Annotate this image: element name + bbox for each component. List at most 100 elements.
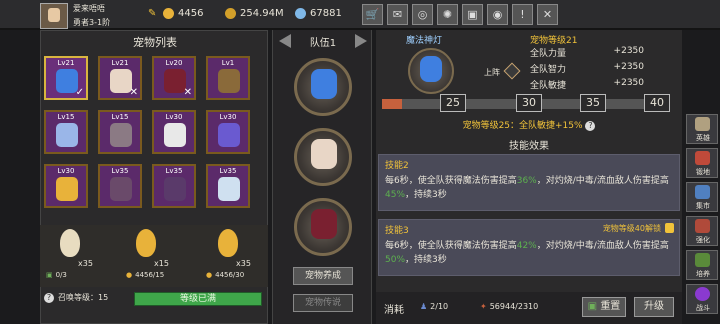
team-slot-3[interactable] bbox=[294, 198, 352, 256]
pet-icon bbox=[218, 177, 240, 201]
currency-gem: 67881 bbox=[295, 8, 342, 19]
pet-icon bbox=[56, 123, 78, 147]
portal-icon[interactable]: ◎ bbox=[412, 4, 433, 25]
market-icon bbox=[695, 185, 710, 199]
map-icon[interactable]: ◉ bbox=[487, 4, 508, 25]
help-icon[interactable]: ? bbox=[585, 121, 596, 131]
settings-icon[interactable]: ✺ bbox=[437, 4, 458, 25]
lock-icon bbox=[665, 223, 674, 233]
pet-level-label: Lv30 bbox=[165, 113, 183, 121]
reset-button[interactable]: ▣ 重置 bbox=[582, 297, 626, 317]
gift-icon[interactable]: ▣ bbox=[462, 4, 483, 25]
pet-level-label: Lv35 bbox=[219, 167, 237, 175]
egg-progress: ● 4456/30 bbox=[206, 271, 245, 279]
pet-level: 宠物等级21 bbox=[530, 36, 578, 46]
level-mark: 35 bbox=[580, 94, 606, 112]
summon-status-bar: 等级已满 bbox=[134, 292, 262, 306]
side-nav-hero[interactable]: 英雄 bbox=[686, 114, 718, 144]
pet-card[interactable]: Lv21 ✓ bbox=[44, 56, 88, 100]
hero-icon bbox=[695, 117, 710, 131]
cross-icon: ✕ bbox=[129, 87, 138, 98]
side-nav-enhance[interactable]: 强化 bbox=[686, 216, 718, 246]
genie-pet-icon bbox=[311, 69, 337, 99]
potion-icon: ♟ bbox=[420, 302, 428, 311]
pet-level-label: Lv21 bbox=[111, 59, 129, 67]
pet-train-button[interactable]: 宠物养成 bbox=[293, 267, 353, 285]
upgrade-button[interactable]: 升级 bbox=[634, 297, 674, 317]
close-icon[interactable]: ✕ bbox=[537, 4, 558, 25]
egg-icon bbox=[218, 229, 238, 257]
next-team-arrow-icon[interactable] bbox=[355, 34, 367, 48]
pet-detail-panel: 魔法神灯 上阵 宠物等级21 全队力量 +2350 全队智力 +2350 全队敏捷 +… bbox=[376, 30, 682, 324]
battle-icon bbox=[695, 287, 710, 301]
level-mark: 40 bbox=[644, 94, 670, 112]
egg-slot-3[interactable] bbox=[210, 229, 246, 263]
train-icon bbox=[695, 253, 710, 267]
level-progress-fill bbox=[382, 99, 403, 109]
pet-icon bbox=[56, 177, 78, 201]
skill-card: 技能3 宠物等级40解锁 每6秒，使全队获得魔法伤害提高42%，对灼烧/中毒/流… bbox=[378, 219, 680, 276]
summon-level: ? 召唤等级：15 bbox=[44, 292, 108, 303]
alert-icon[interactable]: ! bbox=[512, 4, 533, 25]
team-slot-2[interactable] bbox=[294, 128, 352, 186]
forge-icon bbox=[695, 151, 710, 165]
egg-icon bbox=[60, 229, 80, 257]
pet-level-label: Lv20 bbox=[165, 59, 183, 67]
cost-bar: 消耗 ♟ 2/10 ✦ 56944/2310 ▣ 重置 升级 bbox=[376, 292, 682, 324]
deploy-toggle-icon[interactable] bbox=[503, 62, 521, 80]
cart-icon[interactable]: 🛒 bbox=[362, 4, 383, 25]
genie-pet-icon bbox=[420, 56, 442, 82]
skill-desc: 每6秒，使全队获得魔法伤害提高42%，对灼烧/中毒/流血敌人伤害提高50%，持续… bbox=[385, 241, 669, 265]
egg-progress: ● 4456/15 bbox=[126, 271, 165, 279]
skill-card: 技能2 每6秒，使全队获得魔法伤害提高36%，对灼烧/中毒/流血敌人伤害提高45… bbox=[378, 154, 680, 211]
pet-card[interactable]: Lv30 bbox=[206, 110, 250, 154]
pet-icon bbox=[110, 177, 132, 201]
check-icon: ✓ bbox=[75, 87, 84, 98]
mail-icon[interactable]: ✉ bbox=[387, 4, 408, 25]
pet-card[interactable]: Lv35 bbox=[152, 164, 196, 208]
side-nav-train[interactable]: 培养 bbox=[686, 250, 718, 280]
pet-level-label: Lv30 bbox=[219, 113, 237, 121]
side-nav-forge[interactable]: 锻地 bbox=[686, 148, 718, 178]
currency-gold: 254.94M bbox=[225, 8, 284, 19]
skill-header: 技能效果 bbox=[509, 141, 549, 152]
pet-icon bbox=[218, 123, 240, 147]
side-nav-battle[interactable]: 战斗 bbox=[686, 284, 718, 314]
pet-card[interactable]: Lv21 ✕ bbox=[98, 56, 142, 100]
team-slot-1[interactable] bbox=[294, 58, 352, 116]
pet-card[interactable]: Lv30 bbox=[152, 110, 196, 154]
egg-count: x35 bbox=[236, 259, 251, 268]
player-rank: 勇者3-1阶 bbox=[73, 18, 111, 27]
stat-row: 全队敏捷 +2350 bbox=[530, 78, 644, 91]
demon-pet-icon bbox=[311, 209, 337, 239]
pet-card[interactable]: Lv15 bbox=[98, 110, 142, 154]
team-panel: 队伍1 宠物养成 宠物传说 bbox=[272, 30, 372, 324]
pet-card[interactable]: Lv1 bbox=[206, 56, 250, 100]
pet-level-label: Lv35 bbox=[111, 167, 129, 175]
egg-slot-1[interactable] bbox=[52, 229, 88, 263]
pet-card[interactable]: Lv15 bbox=[44, 110, 88, 154]
currency-coin: 4456 bbox=[163, 8, 203, 19]
help-icon[interactable]: ? bbox=[44, 292, 54, 303]
pet-icon bbox=[110, 123, 132, 147]
pet-list-title: 宠物列表 bbox=[133, 36, 177, 49]
egg-count: x35 bbox=[78, 259, 93, 268]
pet-card[interactable]: Lv35 bbox=[206, 164, 250, 208]
egg-slot-2[interactable] bbox=[128, 229, 164, 263]
gold-icon bbox=[225, 8, 236, 19]
side-nav-market[interactable]: 集市 bbox=[686, 182, 718, 212]
bonus-note: 宠物等级25：全队敏捷+15% ? bbox=[376, 118, 682, 131]
top-bar: 爱来唔唔 勇者3-1阶 ✎ 4456 254.94M 67881 🛒 ✉ ◎ ✺… bbox=[0, 0, 720, 30]
pet-card[interactable]: Lv30 bbox=[44, 164, 88, 208]
player-name: 爱来唔唔 bbox=[73, 4, 105, 13]
gem-icon bbox=[295, 8, 306, 19]
pet-card[interactable]: Lv20 ✕ bbox=[152, 56, 196, 100]
skill-name: 技能2 bbox=[385, 161, 409, 171]
player-avatar[interactable] bbox=[40, 3, 68, 29]
cross-icon: ✕ bbox=[183, 87, 192, 98]
pet-card[interactable]: Lv35 bbox=[98, 164, 142, 208]
pet-legend-button[interactable]: 宠物传说 bbox=[293, 294, 353, 312]
pet-level-label: Lv35 bbox=[165, 167, 183, 175]
pet-level-label: Lv21 bbox=[57, 59, 75, 67]
edit-icon[interactable]: ✎ bbox=[148, 8, 156, 19]
